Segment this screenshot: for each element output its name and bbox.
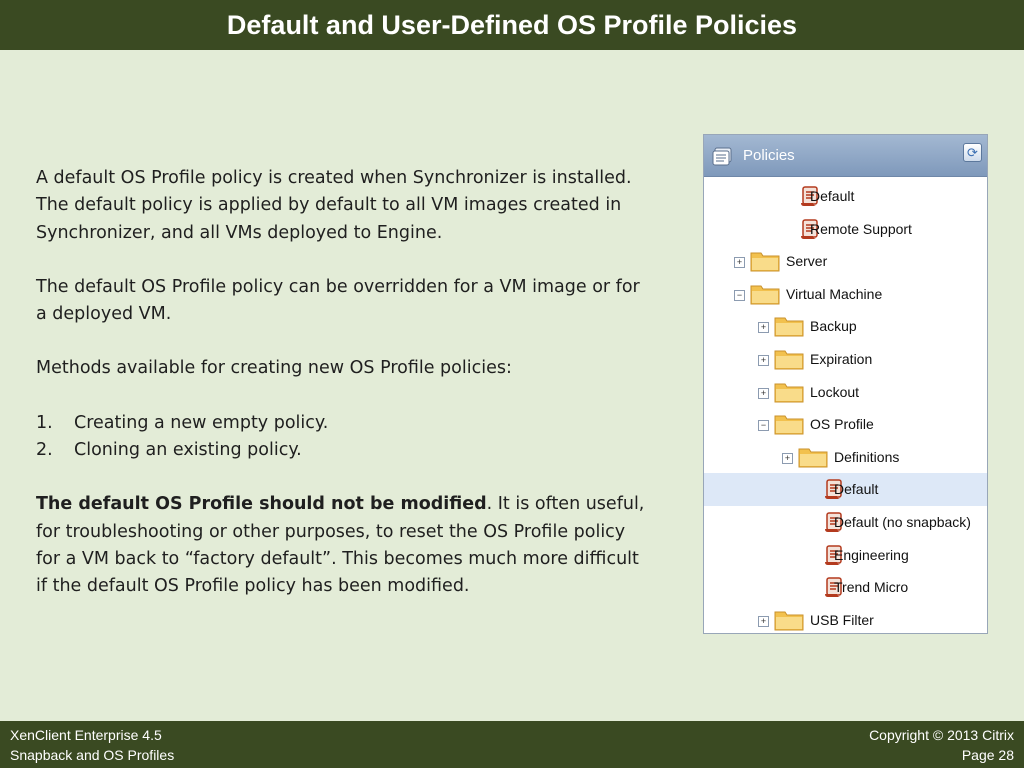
expand-icon[interactable]: + [758,355,769,366]
tree-node-label: Backup [810,318,857,335]
tree-node-label: Default (no snapback) [834,514,971,530]
policies-icon [711,145,737,167]
tree-node-label: Remote Support [810,220,912,237]
paragraph-2: The default OS Profile policy can be ove… [36,276,640,325]
tree-policy-node[interactable]: Engineering [704,539,987,572]
list-text: Creating a new empty policy. [74,412,329,433]
folder-icon [774,380,804,407]
policies-panel-header: Policies ⟳ [704,135,987,177]
folder-icon [750,249,780,276]
policies-title: Policies [743,147,795,164]
tree-node-label: Engineering [834,546,909,563]
footer-page: Page 28 [961,747,1014,763]
footer-left: XenClient Enterprise 4.5 Snapback and OS… [10,725,174,765]
list-item: 2. Cloning an existing policy. [36,437,651,464]
tree-policy-node[interactable]: Default [704,180,987,213]
tree-folder-node[interactable]: + Expiration [704,343,987,376]
slide-title: Default and User-Defined OS Profile Poli… [226,9,798,40]
tree-node-label: OS Profile [810,416,874,433]
collapse-icon[interactable]: − [758,420,769,432]
tree-policy-node[interactable]: Trend Micro [704,571,987,604]
folder-icon [774,412,804,439]
policies-panel: Policies ⟳ Default Remote Support + Server −… [703,134,988,634]
folder-icon [750,282,780,309]
folder-icon [774,347,804,374]
list-number: 1. [36,412,53,433]
tree-node-label: Expiration [810,351,873,367]
slide-title-bar: Default and User-Defined OS Profile Poli… [0,0,1024,50]
collapse-icon[interactable]: − [734,289,745,301]
folder-icon [774,608,804,633]
tree-policy-node[interactable]: Default (no snapback) [704,506,987,539]
list-text: Cloning an existing policy. [74,440,302,461]
refresh-icon[interactable]: ⟳ [963,143,982,162]
tree-folder-node[interactable]: + Definitions [704,441,987,474]
expand-icon[interactable]: + [782,452,793,464]
tree-node-label: Virtual Machine [786,285,883,302]
methods-list: 1. Creating a new empty policy. 2. Cloni… [36,410,651,465]
tree-node-label: Default [810,188,855,204]
footer: XenClient Enterprise 4.5 Snapback and OS… [0,721,1024,768]
tree-folder-node[interactable]: − OS Profile [704,408,987,441]
tree-node-label: Server [786,253,828,270]
tree-node-label: Definitions [834,448,900,465]
warning-bold: The default OS Profile should not be mod… [36,494,487,515]
expand-icon[interactable]: + [758,322,769,334]
tree-folder-node[interactable]: − Virtual Machine [704,278,987,311]
footer-topic: Snapback and OS Profiles [10,747,175,763]
tree-folder-node[interactable]: + Lockout [704,376,987,409]
tree-node-label: Default [834,481,879,498]
tree-policy-node[interactable]: Remote Support [704,213,987,246]
footer-copyright: Copyright © 2013 Citrix [869,727,1014,743]
expand-icon[interactable]: + [758,387,769,399]
list-item: 1. Creating a new empty policy. [36,410,651,437]
paragraph-1: A default OS Profile policy is created w… [36,168,632,243]
tree-folder-node[interactable]: + USB Filter [704,604,987,633]
tree-folder-node[interactable]: + Server [704,245,987,278]
list-number: 2. [36,440,53,461]
tree-folder-node[interactable]: + Backup [704,310,987,343]
tree-policy-node[interactable]: Default [704,473,987,507]
folder-icon [798,445,828,472]
expand-icon[interactable]: + [734,257,745,269]
footer-right: Copyright © 2013 Citrix Page 28 [869,725,1014,765]
body-text: A default OS Profile policy is created w… [36,165,651,628]
footer-product: XenClient Enterprise 4.5 [10,727,162,743]
tree-node-label: Lockout [810,383,860,400]
tree-node-label: Trend Micro [834,579,909,596]
paragraph-3: Methods available for creating new OS Pr… [36,358,512,379]
tree-node-label: USB Filter [810,611,874,628]
folder-icon [774,314,804,341]
expand-icon[interactable]: + [758,615,769,627]
paragraph-4: The default OS Profile should not be mod… [36,491,651,600]
